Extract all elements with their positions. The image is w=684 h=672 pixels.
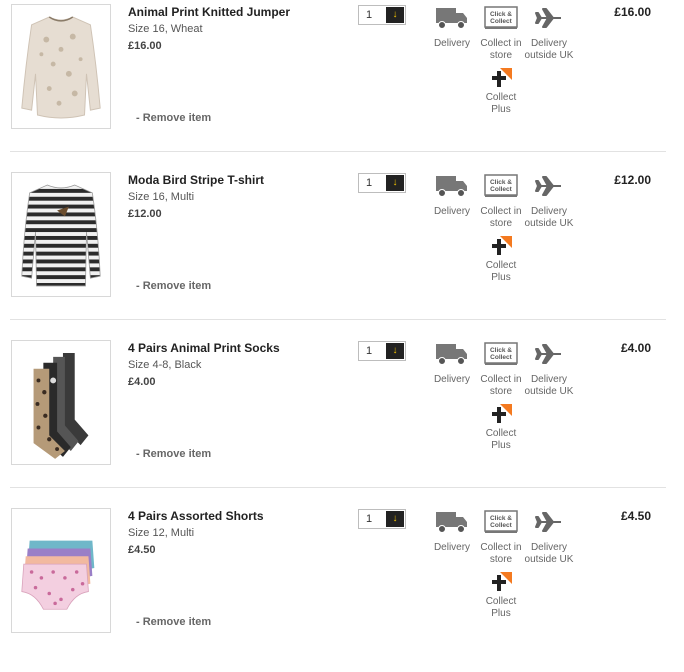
basket-item: 4 Pairs Animal Print Socks Size 4-8, Bla… xyxy=(0,336,666,504)
collect-plus-icon xyxy=(492,236,512,255)
collect-plus-icon xyxy=(492,404,512,423)
delivery-truck-icon xyxy=(436,176,467,197)
collect-plus-option[interactable]: Collect Plus xyxy=(478,236,524,284)
delivery-label: Delivery xyxy=(433,206,471,217)
collect-plus-option[interactable]: Collect Plus xyxy=(478,68,524,116)
line-total-price: £16.00 xyxy=(614,5,651,19)
dropdown-arrow-icon[interactable]: ↓ xyxy=(386,511,404,527)
svg-text:Click &: Click & xyxy=(490,515,512,522)
product-size-colour: Size 12, Multi xyxy=(128,527,195,539)
click-and-collect-icon: Click & Collect xyxy=(484,342,518,365)
svg-text:Collect: Collect xyxy=(490,354,513,361)
collect-plus-option[interactable]: Collect Plus xyxy=(478,572,524,620)
svg-text:Collect: Collect xyxy=(490,186,513,193)
collect-in-store-option[interactable]: Click & Collect Collect in store xyxy=(478,510,524,566)
delivery-option[interactable]: Delivery xyxy=(432,174,472,218)
product-name[interactable]: Moda Bird Stripe T-shirt xyxy=(128,173,264,187)
dropdown-arrow-icon[interactable]: ↓ xyxy=(386,175,404,191)
product-image-tshirt[interactable] xyxy=(11,172,111,297)
delivery-truck-icon xyxy=(436,512,467,533)
quantity-select[interactable]: 1 ↓ xyxy=(358,341,406,361)
quantity-value: 1 xyxy=(366,345,373,357)
delivery-option[interactable]: Delivery xyxy=(432,6,472,50)
delivery-outside-uk-label: Delivery outside UK xyxy=(524,374,574,397)
delivery-option[interactable]: Delivery xyxy=(432,342,472,386)
line-total-price: £4.50 xyxy=(620,509,651,523)
product-image-socks[interactable] xyxy=(11,340,111,465)
collect-plus-label: Collect Plus xyxy=(485,92,517,115)
svg-text:Click &: Click & xyxy=(490,179,512,186)
product-size-colour: Size 16, Wheat xyxy=(128,23,203,35)
quantity-value: 1 xyxy=(366,513,373,525)
collect-in-store-option[interactable]: Click & Collect Collect in store xyxy=(478,342,524,398)
divider xyxy=(10,151,666,152)
click-and-collect-icon: Click & Collect xyxy=(484,6,518,29)
collect-plus-option[interactable]: Collect Plus xyxy=(478,404,524,452)
collect-plus-icon xyxy=(492,572,512,591)
collect-in-store-label: Collect in store xyxy=(480,206,522,229)
line-total-price: £4.00 xyxy=(620,341,651,355)
remove-item-link[interactable]: - Remove item xyxy=(136,448,211,460)
click-and-collect-icon: Click & Collect xyxy=(484,510,518,533)
delivery-outside-uk-option[interactable]: Delivery outside UK xyxy=(524,6,574,62)
delivery-outside-uk-label: Delivery outside UK xyxy=(524,542,574,565)
line-total-price: £12.00 xyxy=(614,173,651,187)
click-and-collect-icon: Click & Collect xyxy=(484,174,518,197)
collect-in-store-label: Collect in store xyxy=(480,374,522,397)
collect-in-store-option[interactable]: Click & Collect Collect in store xyxy=(478,174,524,230)
product-unit-price: £4.50 xyxy=(128,544,156,556)
delivery-label: Delivery xyxy=(433,38,471,49)
delivery-outside-uk-option[interactable]: Delivery outside UK xyxy=(524,510,574,566)
collect-plus-label: Collect Plus xyxy=(485,428,517,451)
delivery-outside-uk-label: Delivery outside UK xyxy=(524,38,574,61)
collect-plus-label: Collect Plus xyxy=(485,260,517,283)
delivery-outside-uk-option[interactable]: Delivery outside UK xyxy=(524,174,574,230)
product-unit-price: £16.00 xyxy=(128,40,162,52)
delivery-outside-uk-option[interactable]: Delivery outside UK xyxy=(524,342,574,398)
basket-item: Animal Print Knitted Jumper Size 16, Whe… xyxy=(0,0,666,168)
product-name[interactable]: 4 Pairs Animal Print Socks xyxy=(128,341,280,355)
dropdown-arrow-icon[interactable]: ↓ xyxy=(386,343,404,359)
airplane-icon xyxy=(535,176,561,196)
divider xyxy=(10,487,666,488)
product-image-shorts[interactable] xyxy=(11,508,111,633)
product-name[interactable]: Animal Print Knitted Jumper xyxy=(128,5,290,19)
airplane-icon xyxy=(535,344,561,364)
quantity-value: 1 xyxy=(366,177,373,189)
product-name[interactable]: 4 Pairs Assorted Shorts xyxy=(128,509,264,523)
remove-item-link[interactable]: - Remove item xyxy=(136,112,211,124)
basket-item: 4 Pairs Assorted Shorts Size 12, Multi £… xyxy=(0,504,666,672)
airplane-icon xyxy=(535,8,561,28)
quantity-select[interactable]: 1 ↓ xyxy=(358,509,406,529)
delivery-label: Delivery xyxy=(433,542,471,553)
product-unit-price: £4.00 xyxy=(128,376,156,388)
product-size-colour: Size 4-8, Black xyxy=(128,359,202,371)
delivery-outside-uk-label: Delivery outside UK xyxy=(524,206,574,229)
remove-item-link[interactable]: - Remove item xyxy=(136,280,211,292)
basket-item: Moda Bird Stripe T-shirt Size 16, Multi … xyxy=(0,168,666,336)
collect-plus-icon xyxy=(492,68,512,87)
airplane-icon xyxy=(535,512,561,532)
svg-text:Collect: Collect xyxy=(490,18,513,25)
quantity-select[interactable]: 1 ↓ xyxy=(358,173,406,193)
svg-text:Click &: Click & xyxy=(490,347,512,354)
collect-plus-label: Collect Plus xyxy=(485,596,517,619)
collect-in-store-label: Collect in store xyxy=(480,38,522,61)
delivery-truck-icon xyxy=(436,344,467,365)
divider xyxy=(10,319,666,320)
product-size-colour: Size 16, Multi xyxy=(128,191,195,203)
svg-text:Click &: Click & xyxy=(490,11,512,18)
delivery-label: Delivery xyxy=(433,374,471,385)
svg-text:Collect: Collect xyxy=(490,522,513,529)
product-unit-price: £12.00 xyxy=(128,208,162,220)
dropdown-arrow-icon[interactable]: ↓ xyxy=(386,7,404,23)
delivery-truck-icon xyxy=(436,8,467,29)
quantity-value: 1 xyxy=(366,9,373,21)
remove-item-link[interactable]: - Remove item xyxy=(136,616,211,628)
delivery-option[interactable]: Delivery xyxy=(432,510,472,554)
collect-in-store-label: Collect in store xyxy=(480,542,522,565)
collect-in-store-option[interactable]: Click & Collect Collect in store xyxy=(478,6,524,62)
product-image-jumper[interactable] xyxy=(11,4,111,129)
quantity-select[interactable]: 1 ↓ xyxy=(358,5,406,25)
